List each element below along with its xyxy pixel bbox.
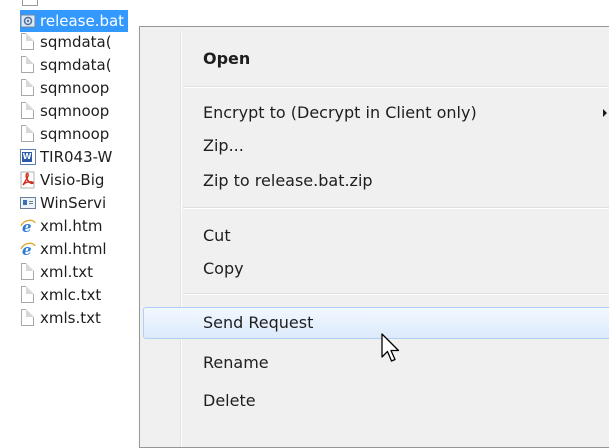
menu-item-zip[interactable]: Zip... xyxy=(143,130,609,162)
menu-item-label: Encrypt to (Decrypt in Client only) xyxy=(203,103,477,122)
ie-html-icon: e xyxy=(20,240,36,258)
file-name: TIR043-W xyxy=(40,148,113,166)
file-item[interactable]: xmls.txt xyxy=(20,307,101,329)
menu-item-label: Rename xyxy=(203,353,269,372)
menu-item-encrypt[interactable]: Encrypt to (Decrypt in Client only) xyxy=(143,97,609,129)
text-file-icon xyxy=(20,125,36,143)
file-name: release.bat xyxy=(40,12,125,30)
file-name: sqmnoop xyxy=(40,79,110,97)
text-file-icon xyxy=(20,286,36,304)
menu-item-zip-to[interactable]: Zip to release.bat.zip xyxy=(143,165,609,197)
partial-file-icon xyxy=(22,0,38,6)
menu-item-cut[interactable]: Cut xyxy=(143,220,609,252)
file-list: release.bat sqmdata( sqmdata( sqmnoop sq… xyxy=(0,0,150,432)
file-name: sqmnoop xyxy=(40,102,110,120)
file-name: sqmdata( xyxy=(40,56,112,74)
file-item[interactable]: sqmdata( xyxy=(20,31,112,53)
file-item[interactable]: sqmdata( xyxy=(20,54,112,76)
file-item[interactable]: sqmnoop xyxy=(20,123,109,145)
file-name: sqmdata( xyxy=(40,33,112,51)
menu-separator xyxy=(183,207,609,209)
file-name: Visio-Big xyxy=(40,171,105,189)
window-app-icon xyxy=(20,194,36,212)
file-name: xml.html xyxy=(40,240,107,258)
file-name: xml.htm xyxy=(40,217,103,235)
mouse-cursor-icon xyxy=(381,333,400,362)
file-name: xml.txt xyxy=(40,263,94,281)
text-file-icon xyxy=(20,56,36,74)
word-doc-icon: W xyxy=(20,148,36,166)
file-item[interactable]: W TIR043-W xyxy=(20,146,112,168)
menu-item-rename[interactable]: Rename xyxy=(143,347,609,379)
file-item[interactable]: sqmnoop xyxy=(20,77,109,99)
menu-separator xyxy=(183,86,609,88)
menu-item-label: Delete xyxy=(203,391,256,410)
menu-item-label: Zip to release.bat.zip xyxy=(203,171,373,190)
file-item-release-bat[interactable]: release.bat xyxy=(20,10,129,32)
menu-separator xyxy=(183,293,609,295)
file-name: sqmnoop xyxy=(40,125,110,143)
menu-item-send-request[interactable]: Send Request xyxy=(143,307,609,339)
file-item[interactable]: xmlc.txt xyxy=(20,284,101,306)
file-name: WinServi xyxy=(40,194,107,212)
text-file-icon xyxy=(20,263,36,281)
file-item[interactable]: WinServi xyxy=(20,192,106,214)
menu-item-label: Cut xyxy=(203,226,231,245)
menu-item-delete[interactable]: Delete xyxy=(143,385,609,417)
file-name: xmlc.txt xyxy=(40,286,102,304)
context-menu: Open Encrypt to (Decrypt in Client only)… xyxy=(139,26,609,448)
file-item[interactable]: e xml.html xyxy=(20,238,107,260)
text-file-icon xyxy=(20,102,36,120)
menu-item-label: Zip... xyxy=(203,136,244,155)
text-file-icon xyxy=(20,309,36,327)
menu-item-label: Send Request xyxy=(203,313,314,332)
menu-item-label: Open xyxy=(203,49,251,68)
menu-item-open[interactable]: Open xyxy=(143,43,609,75)
text-file-icon xyxy=(20,33,36,51)
submenu-arrow-icon xyxy=(603,109,607,117)
file-item[interactable]: e xml.htm xyxy=(20,215,102,237)
menu-item-label: Copy xyxy=(203,259,244,278)
text-file-icon xyxy=(20,79,36,97)
file-name: xmls.txt xyxy=(40,309,101,327)
menu-item-copy[interactable]: Copy xyxy=(143,253,609,285)
file-item[interactable]: Visio-Big xyxy=(20,169,104,191)
ie-html-icon: e xyxy=(20,217,36,235)
file-item[interactable]: xml.txt xyxy=(20,261,93,283)
pdf-icon xyxy=(20,171,36,189)
bat-file-icon xyxy=(20,12,36,30)
file-item[interactable]: sqmnoop xyxy=(20,100,109,122)
